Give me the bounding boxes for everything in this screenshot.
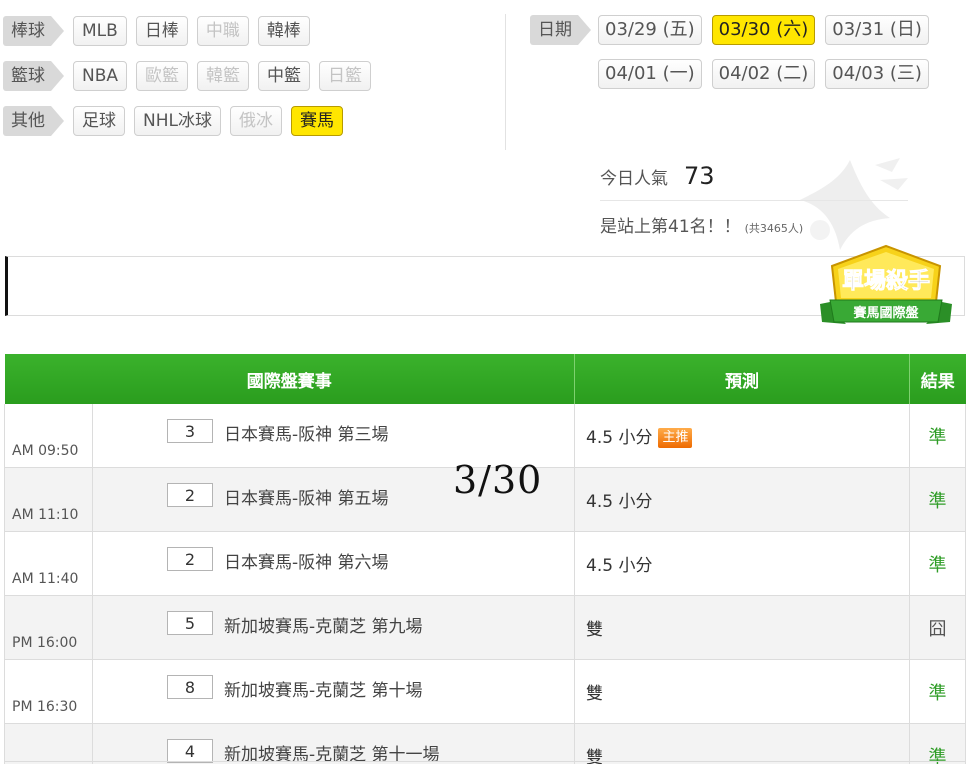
race-number: 2 — [167, 547, 213, 571]
race-time: PM 16:30 — [4, 659, 93, 724]
race-time: AM 11:10 — [4, 467, 93, 532]
prediction-cell: 雙 — [574, 659, 910, 724]
filter-korea-baseball[interactable]: 韓棒 — [257, 15, 310, 46]
race-number: 8 — [167, 675, 213, 699]
race-table: 國際盤賽事 預測 結果 AM 09:50 3 日本賽馬-阪神 第三場 4.5 小… — [4, 354, 966, 764]
prediction-value: 雙 — [586, 684, 603, 704]
race-name[interactable]: 新加坡賽馬-克蘭芝 第九場 — [224, 612, 423, 637]
popularity-value: 73 — [684, 162, 715, 190]
table-row: PM 16:00 5 新加坡賽馬-克蘭芝 第九場 雙 囧 — [4, 595, 966, 660]
divider — [4, 761, 966, 762]
filter-japan-baseball[interactable]: 日棒 — [135, 15, 188, 46]
filter-russia-hockey: 俄冰 — [229, 105, 282, 136]
table-row: PM 16:30 8 新加坡賽馬-克蘭芝 第十場 雙 準 — [4, 659, 966, 724]
filter-korea-basketball: 韓籃 — [197, 60, 250, 91]
race-time: AM 11:40 — [4, 531, 93, 596]
badge-subtitle: 賽馬國際盤 — [852, 305, 919, 321]
result-cell: 準 — [909, 467, 966, 532]
popularity-label: 今日人氣 — [600, 169, 668, 189]
prediction-cell: 4.5 小分 — [574, 531, 910, 596]
result-cell: 準 — [909, 659, 966, 724]
prediction-value: 4.5 小分 — [586, 556, 653, 576]
prediction-value: 4.5 小分 — [586, 428, 653, 448]
popularity-today: 今日人氣 73 — [600, 160, 908, 201]
filter-horse-racing[interactable]: 賽馬 — [290, 105, 343, 136]
main-pick-tag: 主推 — [658, 428, 693, 448]
race-number: 5 — [167, 611, 213, 635]
race-name[interactable]: 新加坡賽馬-克蘭芝 第十場 — [224, 676, 423, 701]
filter-nhl[interactable]: NHL冰球 — [134, 105, 221, 136]
header-game: 國際盤賽事 — [4, 354, 575, 404]
date-selector: 03/29 (五) 03/30 (六) 03/31 (日) 04/01 (一) … — [598, 15, 948, 89]
filter-nba[interactable]: NBA — [73, 60, 128, 91]
race-time: PM 17:00 — [4, 723, 93, 764]
race-name[interactable]: 日本賽馬-阪神 第三場 — [224, 420, 389, 445]
single-match-killer-badge: 單場殺手 賽馬國際盤 — [820, 244, 952, 324]
race-time: PM 16:00 — [4, 595, 93, 660]
category-row-basketball: 籃球 NBA 歐籃 韓籃 中籃 日籃 — [3, 58, 380, 93]
date-0402[interactable]: 04/02 (二) — [711, 59, 816, 89]
category-row-other: 其他 足球 NHL冰球 俄冰 賽馬 — [3, 103, 380, 138]
race-cell: 8 新加坡賽馬-克蘭芝 第十場 — [92, 659, 575, 724]
prediction-cell: 4.5 小分 — [574, 467, 910, 532]
race-time: AM 09:50 — [4, 404, 93, 468]
race-cell: 5 新加坡賽馬-克蘭芝 第九場 — [92, 595, 575, 660]
prediction-value: 雙 — [586, 620, 603, 640]
filter-mlb[interactable]: MLB — [73, 15, 127, 46]
prediction-cell: 4.5 小分 主推 — [574, 404, 910, 468]
overlay-date-annotation: 3/30 — [453, 458, 543, 502]
date-0401[interactable]: 04/01 (一) — [598, 59, 702, 89]
filter-euro-basketball: 歐籃 — [136, 60, 189, 91]
popularity-panel: 今日人氣 73 是站上第41名！！ (共3465人) — [600, 160, 908, 241]
divider — [505, 14, 506, 150]
race-number: 4 — [167, 739, 213, 763]
race-number: 2 — [167, 483, 213, 507]
badge-title: 單場殺手 — [842, 268, 930, 294]
header-prediction: 預測 — [574, 354, 910, 404]
prediction-value: 4.5 小分 — [586, 492, 653, 512]
table-row: PM 17:00 4 新加坡賽馬-克蘭芝 第十一場 雙 準 — [4, 723, 966, 764]
filter-china-basketball[interactable]: 中籃 — [258, 60, 311, 91]
result-cell: 囧 — [909, 595, 966, 660]
category-label: 籃球 — [3, 60, 64, 91]
popularity-rank: 是站上第41名！！ (共3465人) — [600, 201, 908, 241]
rank-text: 是站上第41名！！ — [600, 217, 741, 237]
header-result: 結果 — [909, 354, 966, 404]
race-cell: 2 日本賽馬-阪神 第六場 — [92, 531, 575, 596]
prediction-cell: 雙 — [574, 723, 910, 764]
filter-cpbl: 中職 — [196, 15, 249, 46]
race-cell: 4 新加坡賽馬-克蘭芝 第十一場 — [92, 723, 575, 764]
filter-japan-basketball: 日籃 — [319, 60, 372, 91]
result-cell: 準 — [909, 404, 966, 468]
date-label: 日期 — [530, 15, 591, 45]
date-0329[interactable]: 03/29 (五) — [598, 15, 702, 45]
result-cell: 準 — [909, 531, 966, 596]
rank-total: (共3465人) — [744, 222, 804, 235]
category-row-baseball: 棒球 MLB 日棒 中職 韓棒 — [3, 13, 380, 48]
date-0403[interactable]: 04/03 (三) — [825, 59, 929, 89]
race-name[interactable]: 日本賽馬-阪神 第六場 — [224, 548, 389, 573]
category-label: 其他 — [3, 105, 64, 136]
filter-soccer[interactable]: 足球 — [73, 105, 125, 136]
table-row: AM 11:40 2 日本賽馬-阪神 第六場 4.5 小分 準 — [4, 531, 966, 596]
category-label: 棒球 — [3, 15, 64, 46]
category-filters: 棒球 MLB 日棒 中職 韓棒 籃球 NBA 歐籃 韓籃 中籃 日籃 其他 足球… — [3, 13, 380, 148]
race-number: 3 — [167, 419, 213, 443]
race-name[interactable]: 日本賽馬-阪神 第五場 — [224, 484, 389, 509]
date-0330[interactable]: 03/30 (六) — [711, 15, 816, 45]
prediction-cell: 雙 — [574, 595, 910, 660]
date-0331[interactable]: 03/31 (日) — [825, 15, 929, 45]
result-cell: 準 — [909, 723, 966, 764]
table-header-row: 國際盤賽事 預測 結果 — [4, 354, 966, 404]
page: 棒球 MLB 日棒 中職 韓棒 籃球 NBA 歐籃 韓籃 中籃 日籃 其他 足球… — [0, 0, 972, 764]
